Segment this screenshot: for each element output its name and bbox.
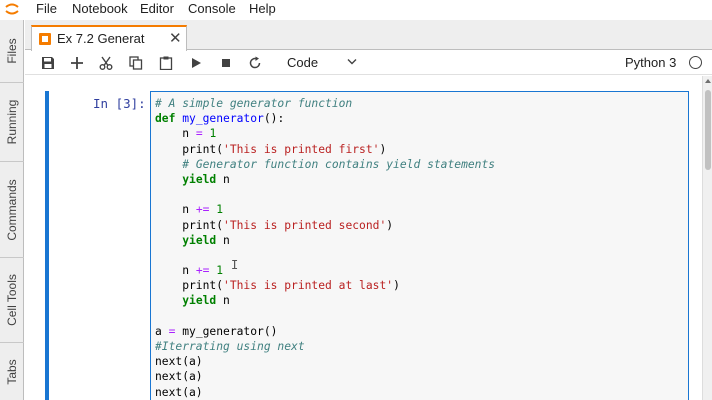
cut-icon (99, 56, 113, 70)
notebook-panel: In [3]: # A simple generator function def… (25, 76, 712, 400)
copy-icon (129, 56, 143, 70)
notebook-tab[interactable]: Ex 7.2 Generat ✕ (31, 25, 187, 51)
menu-notebook[interactable]: Notebook (72, 1, 128, 17)
paste-button[interactable] (155, 53, 177, 73)
cut-button[interactable] (95, 53, 117, 73)
code-line: next(a) (155, 355, 203, 369)
document-tab-bar: Ex 7.2 Generat ✕ (25, 20, 712, 51)
notebook-tab-title: Ex 7.2 Generat (57, 31, 145, 46)
code-line: yield n (182, 294, 230, 308)
save-button[interactable] (37, 53, 59, 73)
mouse-cursor-icon: I (231, 258, 239, 272)
code-line: yield n (182, 233, 230, 247)
jupyter-logo-icon (5, 3, 19, 15)
code-line: #Iterrating using next (155, 340, 305, 353)
input-prompt: In [3]: (93, 96, 146, 111)
sidebar-tab-running[interactable]: Running (0, 83, 24, 161)
run-button[interactable] (185, 53, 207, 73)
code-line: print('This is printed second') (155, 218, 394, 232)
code-line: print('This is printed at last') (155, 279, 400, 293)
sidebar-tab-tabs[interactable]: Tabs (0, 343, 24, 400)
run-icon (192, 58, 201, 68)
code-line: n += 1 (155, 203, 224, 217)
copy-button[interactable] (125, 53, 147, 73)
code-line: a = my_generator() (155, 324, 278, 338)
sidebar-tab-label: Tabs (5, 358, 19, 385)
save-icon (42, 57, 54, 69)
cell-type-value: Code (287, 55, 319, 70)
scroll-up-icon (705, 79, 711, 83)
code-line: n += 1 (155, 264, 224, 278)
sidebar-tab-commands[interactable]: Commands (0, 162, 24, 257)
code-line: ​ (155, 248, 495, 263)
sidebar-tab-files[interactable]: Files (0, 20, 24, 82)
stop-button[interactable] (215, 53, 237, 73)
paste-icon (159, 56, 173, 70)
close-icon[interactable]: ✕ (169, 29, 182, 47)
kernel-name[interactable]: Python 3 (625, 55, 676, 70)
restart-icon (249, 56, 261, 69)
code-line: yield n (182, 172, 230, 186)
kernel-status-icon (689, 56, 702, 69)
notebook-toolbar: Code Python 3 (25, 51, 712, 75)
menu-console[interactable]: Console (188, 1, 236, 17)
sidebar-tab-cell-tools[interactable]: Cell Tools (0, 258, 24, 342)
code-line: def my_generator(): (155, 112, 285, 126)
menu-bar: File Notebook Editor Console Help (0, 0, 712, 18)
add-icon (71, 57, 83, 69)
chevron-down-icon (347, 59, 357, 65)
restart-button[interactable] (244, 53, 266, 73)
code-line: next(a) (155, 370, 203, 384)
menu-editor[interactable]: Editor (140, 1, 174, 17)
sidebar-tab-label: Files (5, 38, 19, 64)
code-line: n = 1 (155, 127, 217, 141)
add-cell-button[interactable] (66, 53, 88, 73)
code-line: print('This is printed first') (155, 142, 387, 156)
code-line: # Generator function contains yield stat… (182, 157, 496, 171)
code-line: # A simple generator function (155, 97, 353, 110)
code-line: ​ (155, 187, 495, 202)
sidebar-tab-label: Commands (5, 178, 19, 241)
code-text: # A simple generator function def my_gene… (155, 96, 495, 400)
stop-icon (222, 59, 230, 67)
left-sidebar: Files Running Commands Cell Tools Tabs (0, 20, 24, 400)
scrollbar-thumb[interactable] (705, 90, 711, 170)
sidebar-tab-label: Cell Tools (5, 274, 19, 326)
code-line: next(a) (155, 385, 203, 399)
code-cell-editor[interactable]: # A simple generator function def my_gene… (150, 91, 689, 400)
cell-type-dropdown[interactable]: Code (285, 53, 359, 73)
sidebar-tab-label: Running (5, 99, 19, 145)
code-line: ​ (155, 309, 495, 324)
vertical-scrollbar[interactable] (702, 76, 712, 400)
notebook-icon (39, 33, 51, 45)
menu-help[interactable]: Help (249, 1, 276, 17)
active-cell-indicator (45, 91, 49, 400)
menu-file[interactable]: File (36, 1, 57, 17)
